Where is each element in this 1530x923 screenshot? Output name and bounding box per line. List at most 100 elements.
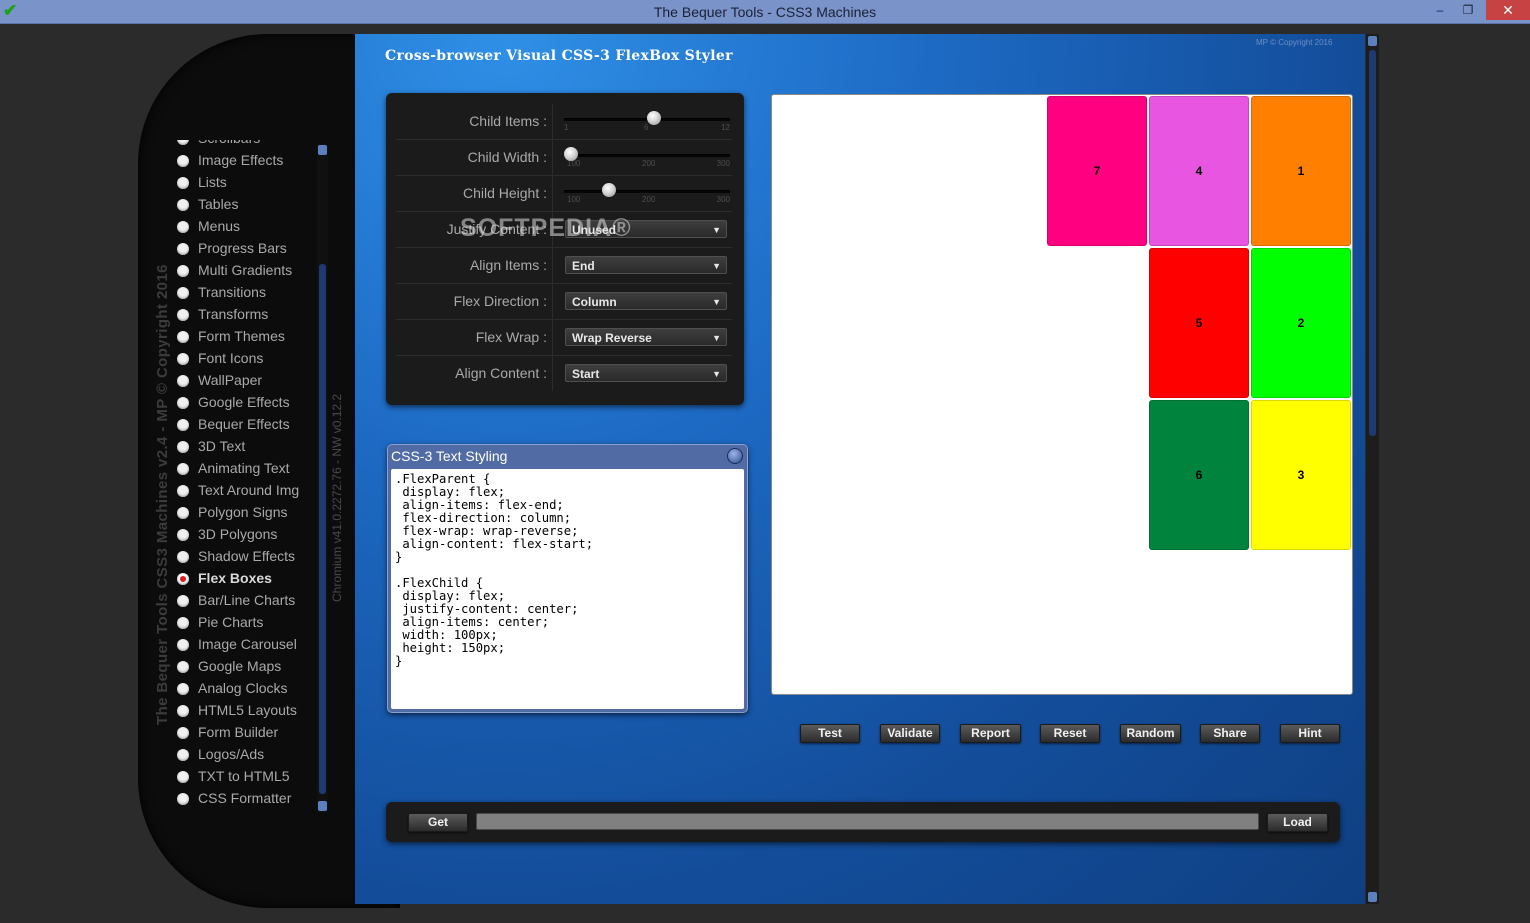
radio-icon[interactable] — [177, 353, 189, 365]
sidebar-item[interactable]: Scrollbars — [170, 140, 315, 151]
share-button[interactable]: Share — [1200, 724, 1260, 743]
sidebar-scroll-thumb[interactable] — [319, 264, 326, 794]
main-scroll-thumb[interactable] — [1369, 50, 1376, 436]
url-input[interactable] — [476, 813, 1259, 830]
sidebar-item[interactable]: Logos/Ads — [170, 745, 315, 767]
sidebar-item[interactable]: 3D Text — [170, 437, 315, 459]
radio-icon[interactable] — [177, 727, 189, 739]
reset-button[interactable]: Reset — [1040, 724, 1100, 743]
sidebar-item[interactable]: Form Themes — [170, 327, 315, 349]
sidebar-item[interactable]: Menus — [170, 217, 315, 239]
validate-button[interactable]: Validate — [880, 724, 940, 743]
radio-icon[interactable] — [177, 199, 189, 211]
align-items-select[interactable]: End ▼ — [565, 256, 727, 274]
scroll-down-arrow-icon[interactable] — [318, 801, 327, 811]
radio-icon[interactable] — [177, 177, 189, 189]
maximize-button[interactable]: ❐ — [1456, 0, 1480, 20]
sidebar-item[interactable]: Lists — [170, 173, 315, 195]
radio-icon[interactable] — [177, 397, 189, 409]
sidebar-item[interactable]: Bar/Line Charts — [170, 591, 315, 613]
sidebar-item[interactable]: 3D Polygons — [170, 525, 315, 547]
main-scroll-down-arrow-icon[interactable] — [1368, 892, 1377, 902]
close-button[interactable]: ✕ — [1486, 0, 1530, 20]
sidebar-item[interactable]: Animating Text — [170, 459, 315, 481]
random-button[interactable]: Random — [1120, 724, 1181, 743]
sidebar-item[interactable]: Form Builder — [170, 723, 315, 745]
main-scrollbar[interactable] — [1366, 34, 1379, 904]
radio-icon[interactable] — [177, 441, 189, 453]
sidebar-item[interactable]: Image Effects — [170, 151, 315, 173]
sidebar-item[interactable]: Bequer Effects — [170, 415, 315, 437]
justify-content-select[interactable]: Unused ▼ — [565, 220, 727, 238]
window-title: The Bequer Tools - CSS3 Machines — [653, 4, 877, 20]
sidebar-item[interactable]: Shadow Effects — [170, 547, 315, 569]
test-button[interactable]: Test — [800, 724, 860, 743]
minimize-button[interactable]: – — [1430, 0, 1450, 20]
flex-wrap-select[interactable]: Wrap Reverse ▼ — [565, 328, 727, 346]
flex-direction-select[interactable]: Column ▼ — [565, 292, 727, 310]
radio-icon[interactable] — [177, 221, 189, 233]
radio-icon[interactable] — [177, 265, 189, 277]
css-code-text[interactable]: .FlexParent { display: flex; align-items… — [391, 469, 744, 709]
sidebar-item[interactable]: CSS Formatter — [170, 789, 315, 811]
main-scroll-up-arrow-icon[interactable] — [1368, 36, 1377, 46]
sidebar-item[interactable]: WallPaper — [170, 371, 315, 393]
get-button[interactable]: Get — [408, 813, 468, 832]
radio-icon[interactable] — [177, 331, 189, 343]
dropdown-caret-icon: ▼ — [712, 297, 721, 307]
sidebar-item[interactable]: Polygon Signs — [170, 503, 315, 525]
radio-icon[interactable] — [177, 639, 189, 651]
panel-toggle-icon[interactable] — [727, 448, 743, 464]
sidebar-item[interactable]: Progress Bars — [170, 239, 315, 261]
sidebar-item[interactable]: Tables — [170, 195, 315, 217]
radio-icon[interactable] — [177, 749, 189, 761]
radio-icon[interactable] — [177, 771, 189, 783]
radio-icon[interactable] — [177, 551, 189, 563]
radio-icon[interactable] — [177, 419, 189, 431]
sidebar-item[interactable]: Transforms — [170, 305, 315, 327]
radio-icon[interactable] — [177, 661, 189, 673]
sidebar-item[interactable]: Multi Gradients — [170, 261, 315, 283]
radio-icon[interactable] — [177, 617, 189, 629]
title-bar: ✔ The Bequer Tools - CSS3 Machines – ❐ ✕ — [0, 0, 1530, 24]
radio-icon[interactable] — [177, 485, 189, 497]
radio-icon[interactable] — [177, 529, 189, 541]
slider-knob[interactable] — [646, 111, 661, 125]
sidebar-item[interactable]: Google Effects — [170, 393, 315, 415]
sidebar-item[interactable]: Text Around Img — [170, 481, 315, 503]
hint-button[interactable]: Hint — [1280, 724, 1340, 743]
radio-icon[interactable] — [177, 793, 189, 805]
sidebar-item[interactable]: Analog Clocks — [170, 679, 315, 701]
load-button[interactable]: Load — [1267, 813, 1328, 832]
radio-icon[interactable] — [177, 683, 189, 695]
slider-knob[interactable] — [564, 147, 578, 161]
radio-icon[interactable] — [177, 309, 189, 321]
scroll-up-arrow-icon[interactable] — [318, 145, 327, 155]
align-content-select[interactable]: Start ▼ — [565, 364, 727, 382]
radio-icon[interactable] — [177, 705, 189, 717]
radio-icon[interactable] — [177, 140, 189, 145]
sidebar-item[interactable]: Google Maps — [170, 657, 315, 679]
radio-icon[interactable] — [177, 463, 189, 475]
sidebar-item[interactable]: Flex Boxes — [170, 569, 315, 591]
radio-icon[interactable] — [177, 243, 189, 255]
sidebar-item[interactable]: Image Carousel — [170, 635, 315, 657]
child-height-slider[interactable]: 100 200 300 — [564, 183, 730, 204]
radio-icon[interactable] — [177, 573, 189, 585]
radio-icon[interactable] — [177, 507, 189, 519]
sidebar-item[interactable]: TXT to HTML5 — [170, 767, 315, 789]
sidebar-item[interactable]: Transitions — [170, 283, 315, 305]
slider-knob[interactable] — [602, 183, 616, 197]
radio-icon[interactable] — [177, 155, 189, 167]
sidebar-item[interactable]: HTML5 Layouts — [170, 701, 315, 723]
sidebar-scrollbar[interactable] — [317, 144, 328, 812]
sidebar-item[interactable]: Font Icons — [170, 349, 315, 371]
sidebar-item[interactable]: Pie Charts — [170, 613, 315, 635]
radio-icon[interactable] — [177, 375, 189, 387]
report-button[interactable]: Report — [960, 724, 1021, 743]
child-height-label: Child Height : — [396, 176, 553, 211]
radio-icon[interactable] — [177, 595, 189, 607]
child-items-slider[interactable]: 1 6 12 — [564, 111, 730, 132]
child-width-slider[interactable]: 100 200 300 — [564, 147, 730, 168]
radio-icon[interactable] — [177, 287, 189, 299]
